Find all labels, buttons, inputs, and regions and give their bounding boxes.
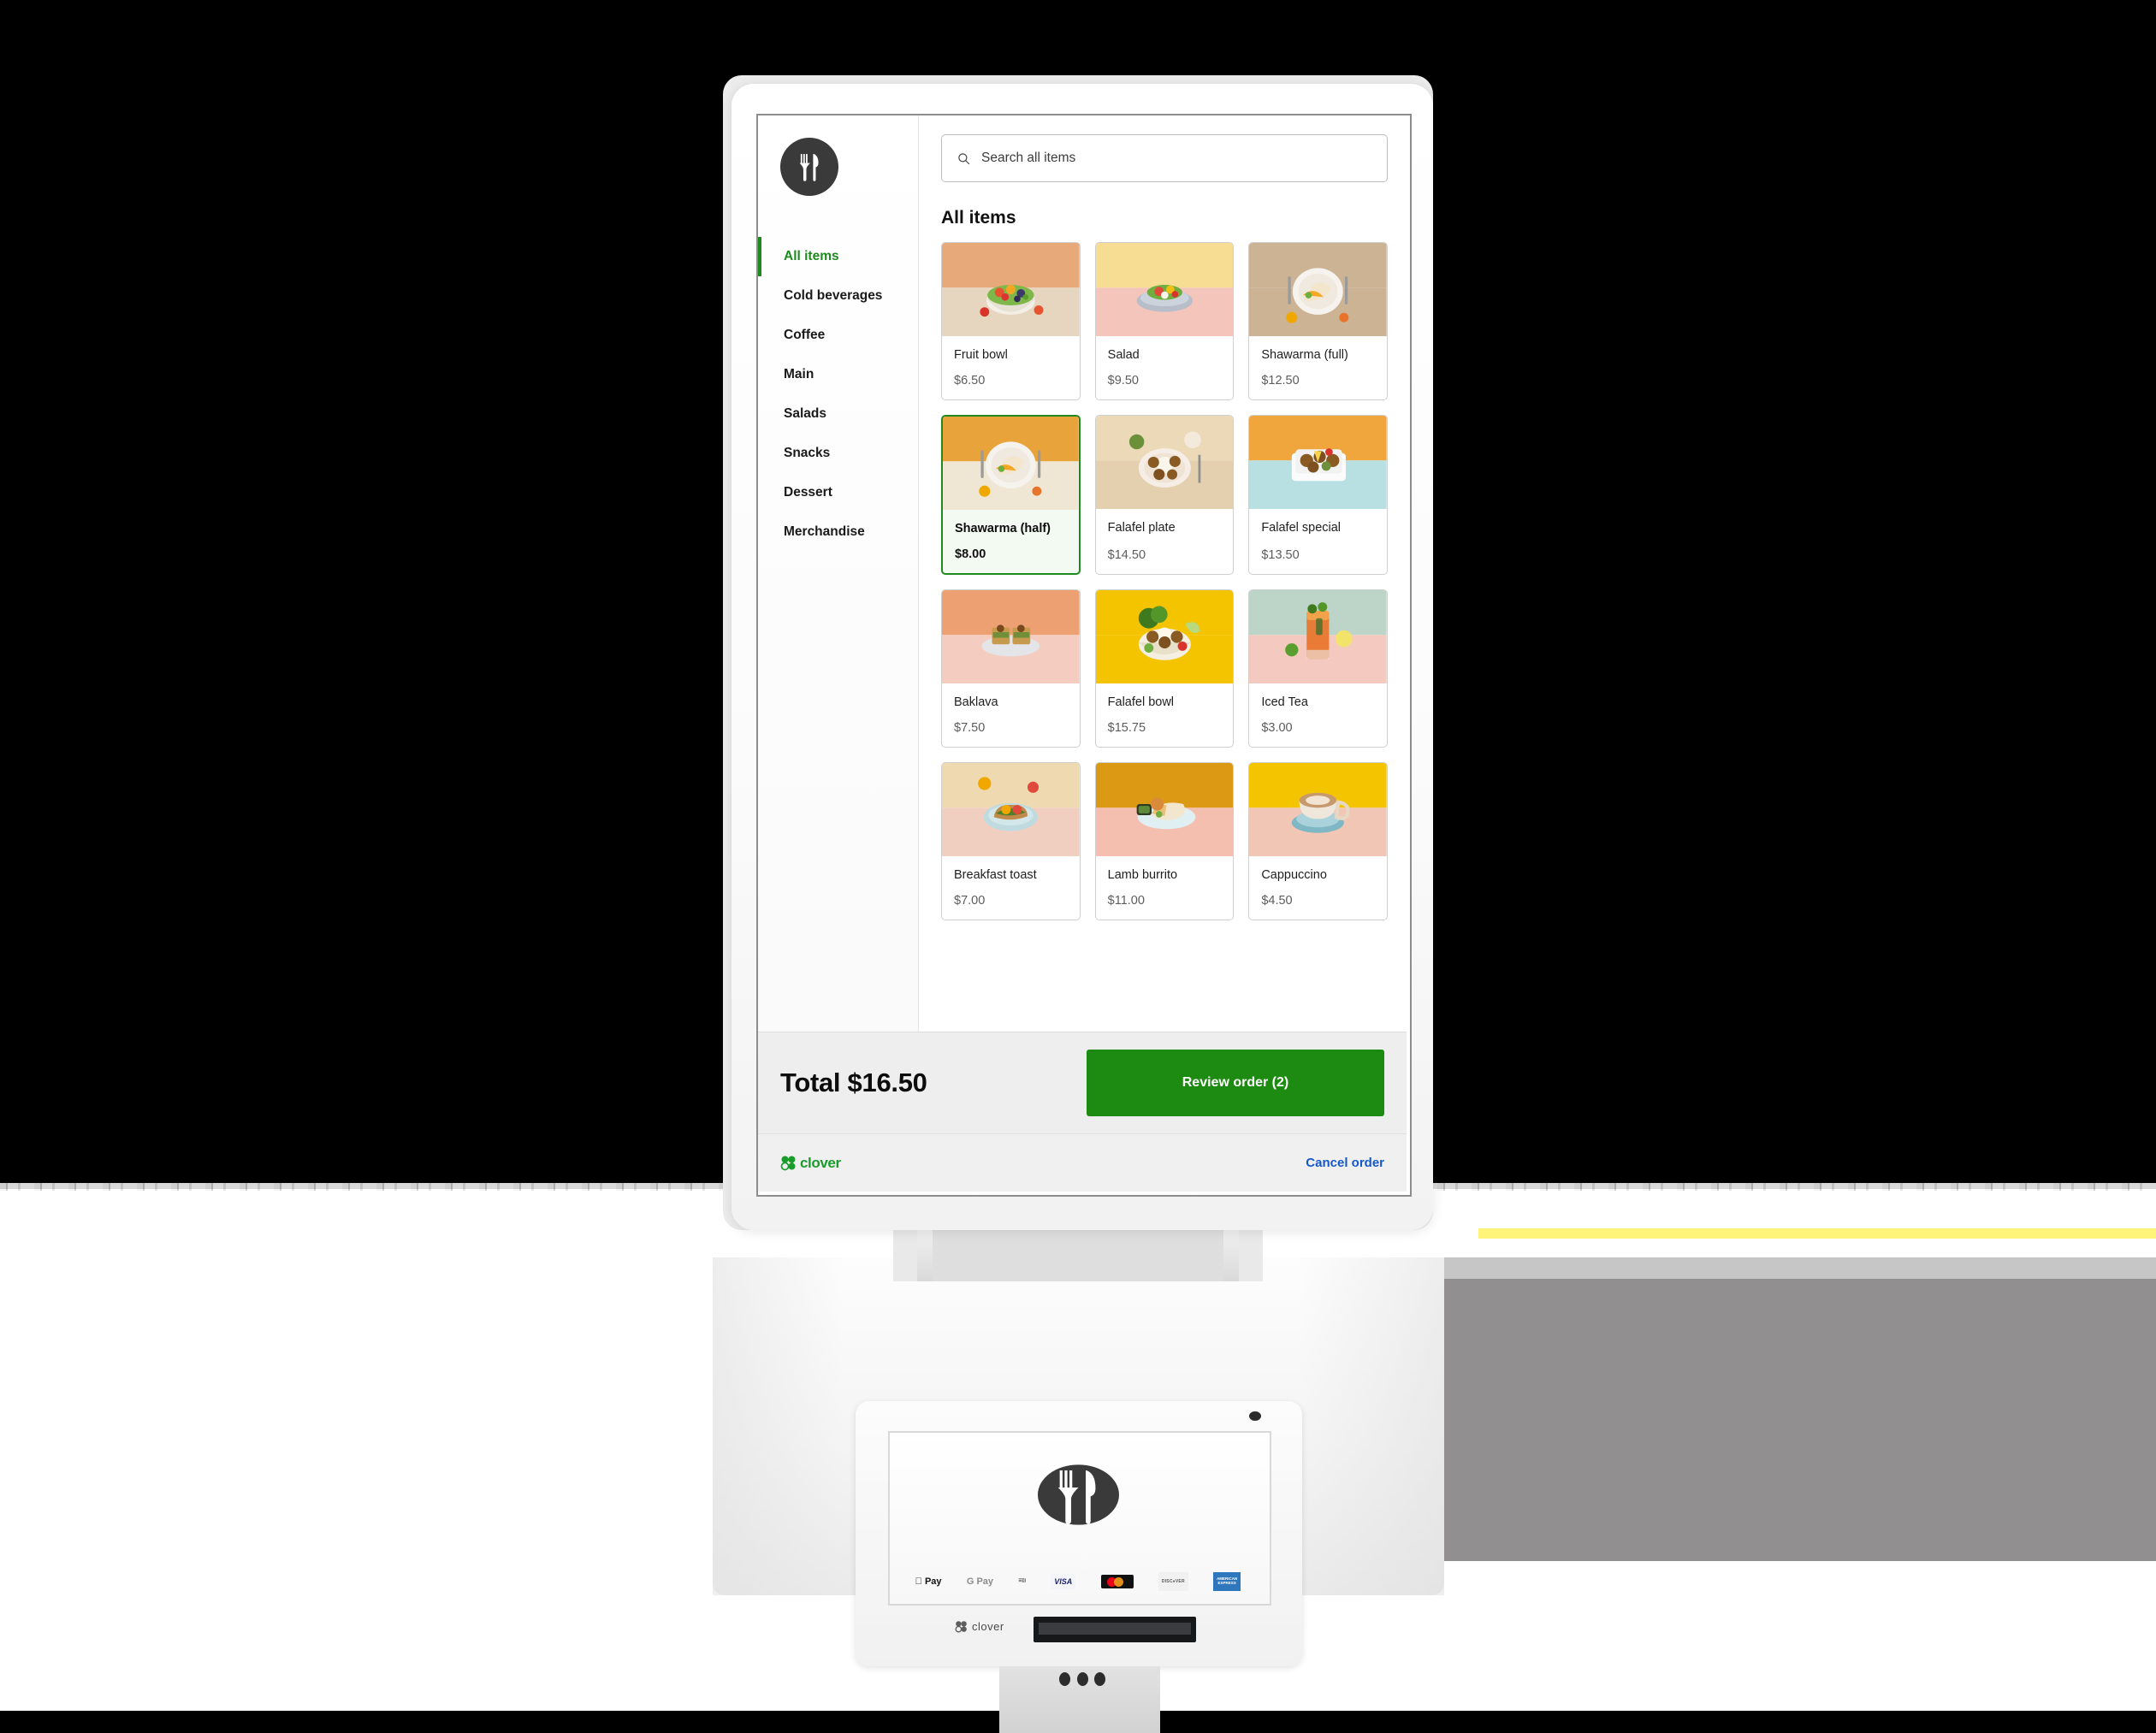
sidebar-item-dessert[interactable]: Dessert	[758, 473, 918, 512]
clover-leaf-icon	[955, 1620, 967, 1632]
sidebar-item-salads[interactable]: Salads	[758, 394, 918, 434]
contactless-logo: ☰)))	[1014, 1578, 1026, 1584]
apple-pay-logo:  Pay	[915, 1576, 942, 1587]
item-card[interactable]: Lamb burrito $11.00	[1094, 762, 1235, 920]
order-total: Total $16.50	[780, 1068, 927, 1097]
item-card[interactable]: Shawarma (full) $12.50	[1248, 242, 1388, 400]
item-name: Breakfast toast	[954, 868, 1037, 882]
item-grid: Fruit bowl $6.50 Salad $9.50 Shawarma (ful…	[941, 242, 1388, 920]
search-icon	[958, 152, 970, 164]
item-image	[1095, 763, 1234, 856]
item-price: $6.50	[954, 374, 986, 387]
card-reader-slot	[1034, 1617, 1196, 1642]
item-image	[942, 763, 1080, 856]
item-price: $7.00	[954, 894, 986, 908]
item-image	[1249, 243, 1387, 336]
item-price: $7.50	[954, 721, 986, 735]
item-price: $9.50	[1107, 374, 1139, 387]
item-price: $15.75	[1107, 721, 1146, 735]
background-gray-strip-light	[1444, 1257, 2156, 1279]
review-order-button[interactable]: Review order (2)	[1087, 1050, 1384, 1116]
terminal-fork-knife-icon	[1038, 1454, 1119, 1535]
sidebar-item-cold-beverages[interactable]: Cold beverages	[758, 276, 918, 316]
item-name: Baklava	[954, 695, 998, 709]
terminal-clover-wordmark: clover	[972, 1619, 1004, 1633]
order-footer: Total $16.50 Review order (2) clover Can…	[758, 1032, 1407, 1192]
item-name: Falafel plate	[1107, 521, 1176, 535]
item-image	[1249, 590, 1387, 683]
card-reader-slot-inner	[1039, 1623, 1191, 1635]
terminal-payment-logos:  Pay G Pay ☰))) VISA DISC●VER AMERICANE…	[903, 1572, 1253, 1591]
item-image	[1249, 416, 1387, 509]
sidebar-item-merchandise[interactable]: Merchandise	[758, 512, 918, 552]
order-summary-bar: Total $16.50 Review order (2)	[758, 1032, 1407, 1133]
item-name: Salad	[1107, 348, 1140, 362]
sidebar-item-main[interactable]: Main	[758, 355, 918, 394]
page-title: All items	[941, 208, 1016, 228]
item-card[interactable]: Falafel plate $14.50	[1094, 415, 1235, 575]
sidebar-item-coffee[interactable]: Coffee	[758, 316, 918, 355]
item-card[interactable]: Salad $9.50	[1094, 242, 1235, 400]
item-name: Shawarma (full)	[1261, 348, 1348, 362]
clover-leaf-icon	[780, 1156, 796, 1171]
item-price: $12.50	[1261, 374, 1300, 387]
kiosk-neck-right	[1239, 1230, 1263, 1281]
item-image	[1095, 590, 1234, 683]
background-yellow-strip	[1478, 1228, 2156, 1239]
discover-logo: DISC●VER	[1158, 1572, 1188, 1591]
terminal-camera-icon	[1249, 1411, 1261, 1421]
item-card[interactable]: Baklava $7.50	[941, 589, 1081, 748]
item-card[interactable]: Falafel bowl $15.75	[1094, 589, 1235, 748]
kiosk-app: All items Cold beverages Coffee Main Sal…	[758, 115, 1407, 1192]
item-card[interactable]: Breakfast toast $7.00	[941, 762, 1081, 920]
category-nav: All items Cold beverages Coffee Main Sal…	[758, 237, 918, 552]
item-name: Iced Tea	[1261, 695, 1308, 709]
kiosk-neck-inner	[933, 1230, 1223, 1281]
item-name: Shawarma (half)	[955, 522, 1051, 535]
terminal-speaker-dots	[1059, 1672, 1105, 1686]
item-catalog: Search all items All items Fruit bowl $6.…	[919, 115, 1407, 1032]
clover-wordmark: clover	[800, 1154, 841, 1171]
item-name: Lamb burrito	[1107, 868, 1178, 882]
brand-fork-knife-icon	[780, 138, 838, 196]
item-price: $13.50	[1261, 548, 1300, 562]
item-name: Cappuccino	[1261, 868, 1327, 882]
item-name: Falafel special	[1261, 521, 1342, 535]
google-pay-logo: G Pay	[961, 1576, 993, 1587]
cancel-order-link[interactable]: Cancel order	[1306, 1156, 1384, 1170]
mastercard-logo	[1100, 1575, 1134, 1588]
sidebar: All items Cold beverages Coffee Main Sal…	[758, 115, 919, 1032]
item-card[interactable]: Shawarma (half) $8.00	[941, 415, 1081, 575]
item-card[interactable]: Falafel special $13.50	[1248, 415, 1388, 575]
amex-logo: AMERICAN EXPRESS	[1213, 1572, 1241, 1591]
search-placeholder-text: Search all items	[981, 151, 1076, 165]
background-gray-panel	[1444, 1279, 2156, 1561]
sidebar-item-snacks[interactable]: Snacks	[758, 434, 918, 473]
item-image	[943, 417, 1079, 510]
clover-logo: clover	[780, 1155, 841, 1172]
item-image	[942, 590, 1080, 683]
footer-branding-bar: clover Cancel order	[758, 1133, 1407, 1192]
item-price: $14.50	[1107, 548, 1146, 562]
item-image	[1095, 243, 1234, 336]
item-image	[942, 243, 1080, 336]
item-image	[1249, 763, 1387, 856]
search-input[interactable]: Search all items	[941, 134, 1388, 182]
sidebar-item-all-items[interactable]: All items	[758, 237, 918, 276]
item-price: $8.00	[955, 547, 986, 561]
item-image	[1095, 416, 1234, 509]
item-card[interactable]: Iced Tea $3.00	[1248, 589, 1388, 748]
kiosk-neck-left	[893, 1230, 917, 1281]
item-card[interactable]: Cappuccino $4.50	[1248, 762, 1388, 920]
item-name: Falafel bowl	[1107, 695, 1175, 709]
item-price: $11.00	[1107, 894, 1145, 908]
item-price: $4.50	[1261, 894, 1293, 908]
item-price: $3.00	[1261, 721, 1293, 735]
item-card[interactable]: Fruit bowl $6.50	[941, 242, 1081, 400]
item-name: Fruit bowl	[954, 348, 1008, 362]
app-body: All items Cold beverages Coffee Main Sal…	[758, 115, 1407, 1032]
visa-logo: VISA	[1051, 1574, 1076, 1589]
